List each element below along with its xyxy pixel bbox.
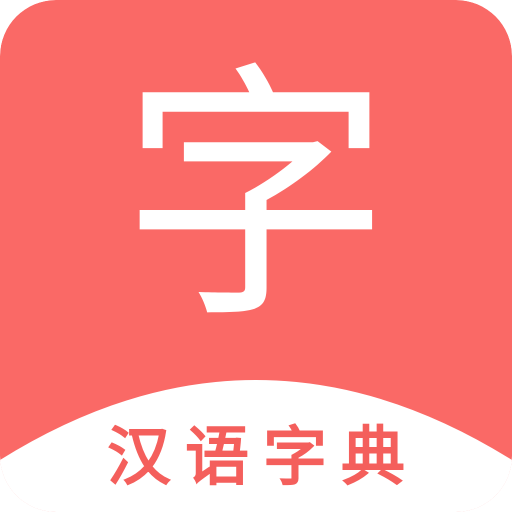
app-icon[interactable]: 字 汉语字典 — [0, 0, 512, 512]
main-character: 字 — [121, 40, 391, 355]
app-name-label: 汉语字典 — [107, 421, 419, 495]
